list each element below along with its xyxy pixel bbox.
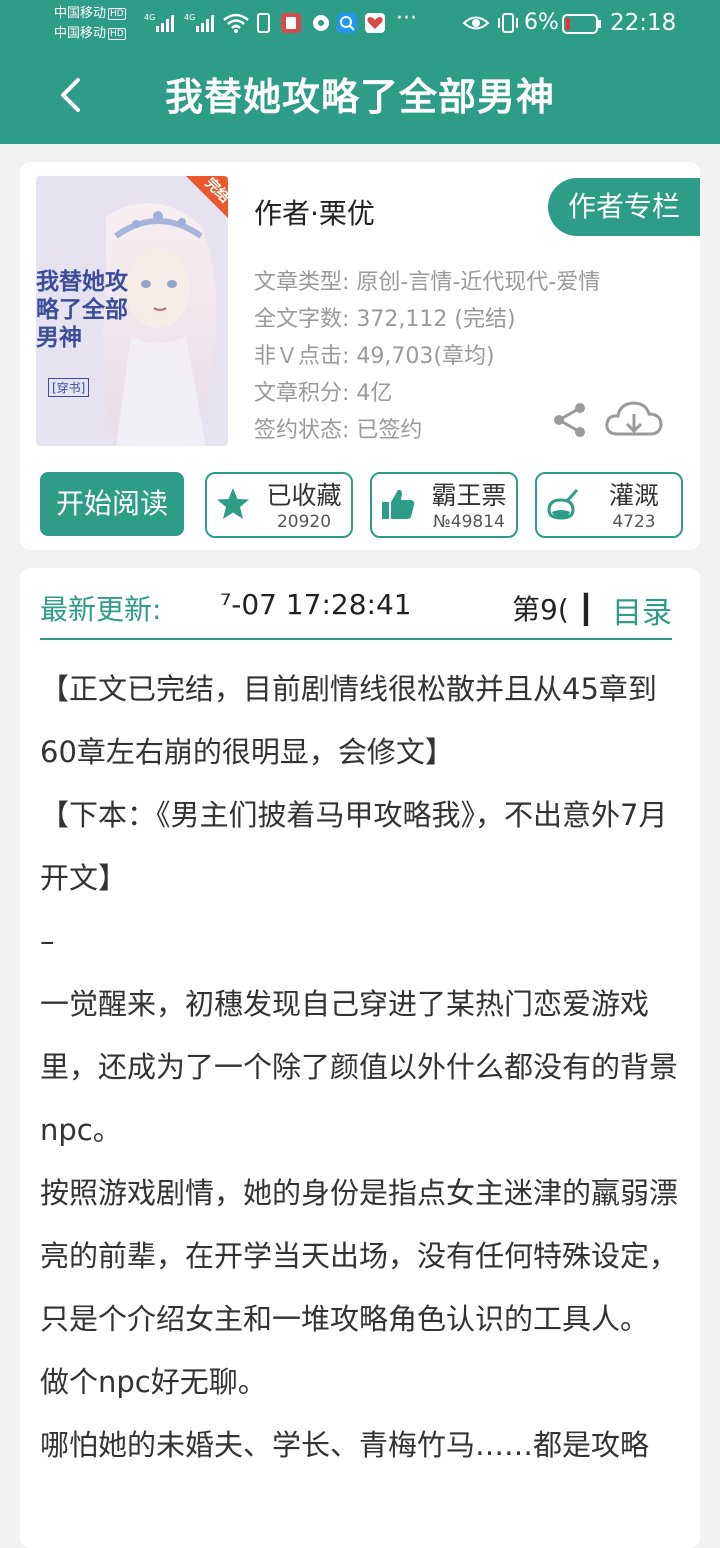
divider <box>40 638 672 640</box>
water-count: 4723 <box>612 512 656 532</box>
book-info-card: 完结 我替她攻略了全部男神 [穿书] 作者·栗优 作者专栏 文章类型: 原创-言… <box>20 162 700 550</box>
book-app-icon <box>280 12 302 34</box>
favorite-button[interactable]: 已收藏 20920 <box>205 472 353 538</box>
cover-title: 我替她攻略了全部男神 <box>36 268 128 351</box>
carrier-2: 中国移动 HD <box>54 26 126 41</box>
vote-button[interactable]: 霸王票 №49814 <box>370 472 518 538</box>
signal-icon: 4G <box>144 12 178 37</box>
more-notifications-icon: ··· <box>396 6 417 31</box>
meta-word-count: 全文字数: 372,112 (完结) <box>254 307 516 332</box>
favorite-label: 已收藏 <box>266 481 342 510</box>
vote-count: №49814 <box>433 512 505 532</box>
carrier-1: 中国移动 HD <box>54 6 126 21</box>
cover-tag: [穿书] <box>48 378 90 397</box>
battery-icon <box>562 13 602 35</box>
svg-text:4G: 4G <box>184 13 195 22</box>
vibrate-icon <box>496 12 520 34</box>
latest-update-row[interactable]: 最新更新: ⁷-07 17:28:41 第9( ┃ 目录 <box>40 586 680 636</box>
meta-genre: 文章类型: 原创-言情-近代现代-爱情 <box>254 270 601 295</box>
heart-app-icon <box>364 12 386 34</box>
signal-icon-2: 4G <box>184 12 218 37</box>
book-cover[interactable]: 完结 我替她攻略了全部男神 [穿书] <box>36 176 228 446</box>
description-paragraph: 【下本：《男主们披着马甲攻略我》，不出意外7月开文】 <box>40 798 668 895</box>
battery-percent: 6% <box>524 10 559 35</box>
wifi-icon <box>222 12 250 34</box>
description-paragraph: 按照游戏剧情，她的身份是指点女主迷津的羸弱漂亮的前辈，在开学当天出场，没有任何特… <box>40 1176 679 1336</box>
watering-bottle-icon <box>547 488 579 520</box>
page-title: 我替她攻略了全部男神 <box>164 75 555 119</box>
thumbs-up-icon <box>382 489 415 519</box>
description-paragraph: – <box>40 924 55 958</box>
description-paragraph: 【正文已完结，目前剧情线很松散并且从45章到60章左右崩的很明显，会修文】 <box>40 672 657 769</box>
book-description: 【正文已完结，目前剧情线很松散并且从45章到60章左右崩的很明显，会修文】 【下… <box>40 658 680 1477</box>
eye-icon <box>462 12 490 34</box>
latest-update-time: ⁷-07 17:28:41 <box>220 588 412 621</box>
status-bar: 中国移动 HD 中国移动 HD 4G 4G ··· 6% 22:18 <box>0 0 720 50</box>
latest-update-label: 最新更新: <box>40 593 162 626</box>
search-app-icon <box>336 12 358 34</box>
share-icon[interactable] <box>550 400 590 440</box>
start-reading-button[interactable]: 开始阅读 <box>40 472 184 536</box>
author-name[interactable]: 作者·栗优 <box>254 192 375 232</box>
table-of-contents-link[interactable]: 目录 <box>612 588 672 632</box>
phone-icon <box>256 12 272 34</box>
meta-score: 文章积分: 4亿 <box>254 381 393 406</box>
circle-app-icon <box>310 12 332 34</box>
latest-chapter: 第9( ┃ <box>512 593 595 626</box>
vote-label: 霸王票 <box>431 481 507 510</box>
water-button[interactable]: 灌溉 4723 <box>535 472 683 538</box>
meta-sign-status: 签约状态: 已签约 <box>254 418 423 443</box>
download-cloud-icon[interactable] <box>604 398 664 444</box>
meta-clicks: 非Ｖ点击: 49,703(章均) <box>254 344 495 369</box>
favorite-count: 20920 <box>276 512 332 532</box>
description-paragraph: 一觉醒来，初穗发现自己穿进了某热门恋爱游戏里，还成为了一个除了颜值以外什么都没有… <box>40 987 679 1147</box>
water-label: 灌溉 <box>608 481 659 510</box>
star-icon <box>217 488 249 519</box>
author-column-button[interactable]: 作者专栏 <box>548 178 700 236</box>
description-card: 最新更新: ⁷-07 17:28:41 第9( ┃ 目录 【正文已完结，目前剧情… <box>20 568 700 1548</box>
description-paragraph: 哪怕她的未婚夫、学长、青梅竹马……都是攻略 <box>40 1428 650 1462</box>
svg-text:4G: 4G <box>144 13 155 22</box>
description-paragraph: 做个npc好无聊。 <box>40 1365 267 1399</box>
app-bar: 我替她攻略了全部男神 <box>0 50 720 144</box>
clock: 22:18 <box>610 10 677 36</box>
